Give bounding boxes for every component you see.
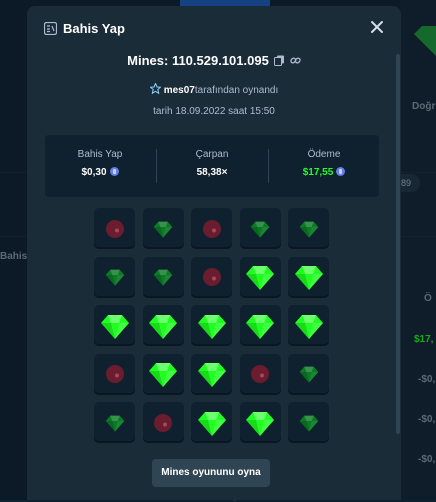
payout-label: Ödeme <box>307 149 341 160</box>
bet-value-row: $0,30 <box>45 167 155 178</box>
played-by-row: mes07tarafından oynandı <box>27 83 401 96</box>
gem-icon <box>246 411 274 436</box>
gem-icon <box>299 366 318 383</box>
mine-icon <box>251 365 269 383</box>
mines-tile <box>239 353 281 395</box>
mines-tile <box>142 353 184 395</box>
mines-tile <box>94 353 135 395</box>
stat-bet: Bahis Yap $0,30 <box>45 149 155 178</box>
mines-tile <box>94 402 135 443</box>
link-icon[interactable] <box>290 55 301 66</box>
player-name[interactable]: mes07 <box>164 85 195 96</box>
gem-icon <box>250 221 270 238</box>
mines-tile <box>94 305 135 346</box>
mine-icon <box>202 268 221 286</box>
play-mines-button[interactable]: Mines oyununu oyna <box>152 459 270 487</box>
gem-icon <box>100 314 129 339</box>
mines-tile <box>142 402 184 443</box>
bet-value: $0,30 <box>81 167 107 178</box>
mines-tile <box>288 305 329 346</box>
mines-tile <box>94 256 135 298</box>
gem-icon <box>246 314 274 339</box>
mines-tile <box>239 402 281 443</box>
game-id-row: Mines: 110.529.101.095 <box>27 53 401 68</box>
gem-icon <box>153 221 173 238</box>
gem-icon <box>197 314 226 339</box>
stat-multiplier: Çarpan 58,38× <box>157 149 267 178</box>
mines-tile <box>288 402 329 443</box>
mines-tile <box>239 305 281 346</box>
copy-icon[interactable] <box>273 55 285 66</box>
game-id: Mines: 110.529.101.095 <box>127 53 269 68</box>
mines-tile <box>191 208 232 249</box>
mines-tile <box>191 353 232 395</box>
mines-tile <box>142 256 184 298</box>
mines-tile <box>142 305 184 346</box>
bet-label: Bahis Yap <box>77 149 123 160</box>
currency-coin-icon <box>336 167 346 176</box>
mines-tile <box>191 305 232 346</box>
mines-tile <box>288 353 329 395</box>
multiplier-label: Çarpan <box>195 149 229 160</box>
gem-icon <box>149 363 177 387</box>
stat-payout: Ödeme $17,55 <box>269 149 379 178</box>
gem-icon <box>149 314 177 339</box>
gem-icon <box>197 411 226 436</box>
gem-icon <box>197 363 226 387</box>
mine-icon <box>202 219 221 238</box>
gem-icon <box>153 269 173 286</box>
mines-tile <box>288 208 329 249</box>
gem-icon <box>105 415 124 432</box>
mines-tile <box>239 208 281 249</box>
vip-star-icon <box>149 83 161 94</box>
gem-icon <box>299 415 318 432</box>
gem-icon <box>105 269 124 286</box>
receipt-icon <box>44 22 57 35</box>
currency-coin-icon <box>109 167 119 176</box>
mines-tile <box>191 256 232 298</box>
multiplier-value: 58,38× <box>196 167 228 178</box>
payout-value: $17,55 <box>302 167 334 178</box>
mine-icon <box>105 219 124 238</box>
gem-icon <box>294 314 323 339</box>
modal-title: Bahis Yap <box>63 21 125 36</box>
bet-stats-panel: Bahis Yap $0,30 Çarpan 58,38× Ödeme $17,… <box>45 135 379 197</box>
gem-icon <box>246 266 274 290</box>
mines-tile <box>142 208 184 249</box>
modal-header: Bahis Yap <box>27 6 401 52</box>
mines-tile <box>94 208 135 249</box>
mine-icon <box>154 413 172 432</box>
gem-icon <box>294 266 323 290</box>
mine-icon <box>105 365 124 383</box>
bet-date: tarih 18.09.2022 saat 15:50 <box>153 106 275 117</box>
mines-tile <box>288 256 329 298</box>
payout-value-row: $17,55 <box>269 167 379 178</box>
bet-details-modal: Bahis Yap Mines: 110.529.101.095 mes07ta… <box>27 6 401 500</box>
played-by-suffix: tarafından oynandı <box>194 85 279 96</box>
mines-tile <box>191 402 232 443</box>
mines-tile <box>239 256 281 298</box>
gem-icon <box>299 221 318 238</box>
close-icon[interactable] <box>370 20 384 34</box>
